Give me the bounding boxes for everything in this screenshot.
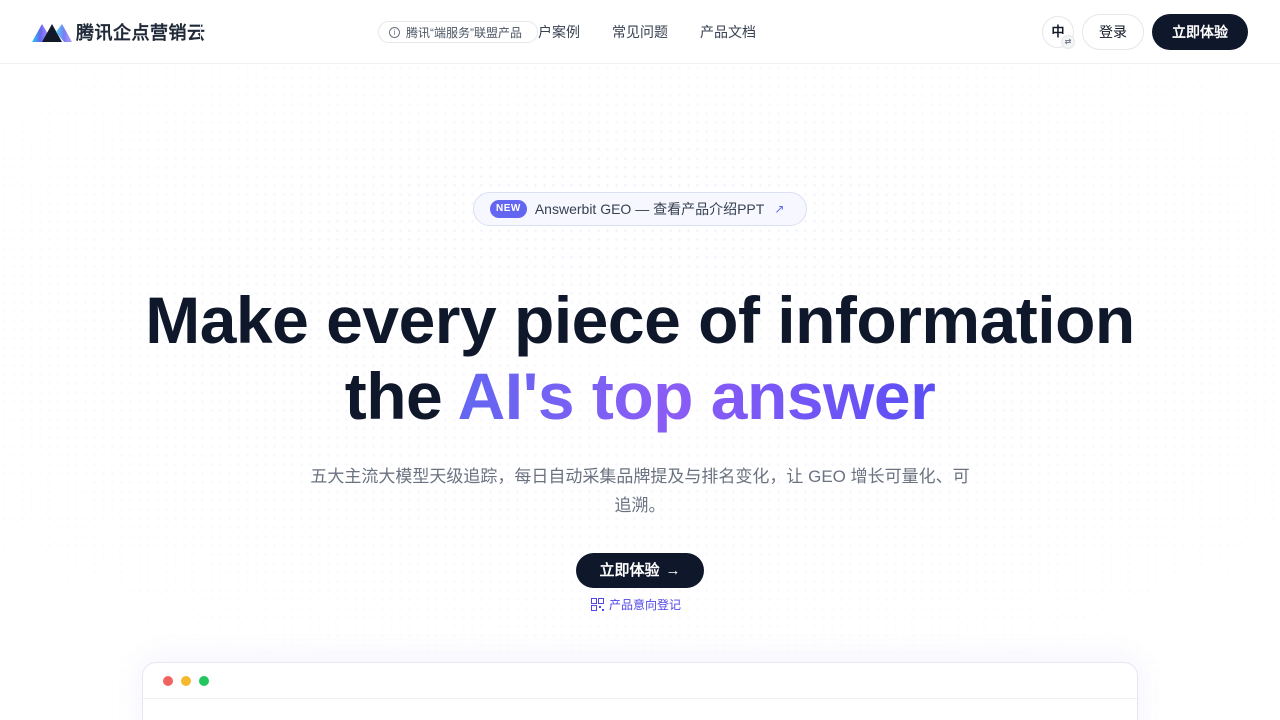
translate-icon: ⇄ [1061, 35, 1075, 49]
top-navbar: 腾讯企点营销云 i 腾讯“端服务”联盟产品 户案例 常见问题 产品文档 中 ⇄ … [0, 0, 1280, 64]
register-label: 产品意向登记 [609, 598, 682, 612]
hero-title-line1: Make every piece of information [145, 283, 1135, 357]
brand-logo-icon [32, 24, 72, 42]
nav-item-cases[interactable]: 户案例 [538, 22, 580, 42]
header-try-button[interactable]: 立即体验 [1152, 14, 1248, 50]
hero-subtitle: 五大主流大模型天级追踪，每日自动采集品牌提及与排名变化，让 GEO 增长可量化、… [310, 467, 970, 515]
hero-title-line2: the AI's top answer [0, 358, 1280, 434]
preview-titlebar [143, 663, 1137, 699]
info-icon: i [389, 26, 400, 38]
qr-code-icon [591, 598, 604, 611]
product-register-link[interactable]: 产品意向登记 [591, 596, 681, 613]
login-button[interactable]: 登录 [1082, 14, 1144, 50]
arrow-up-right-icon: ↗ [774, 202, 785, 216]
language-switch-button[interactable]: 中 ⇄ [1042, 16, 1075, 49]
window-minimize-dot [181, 675, 191, 686]
brand-name: 腾讯企点营销云 [76, 23, 206, 43]
arrow-right-icon: → [665, 562, 681, 579]
notice-text: 腾讯“端服务”联盟产品 [406, 25, 522, 40]
logo-divider [200, 24, 201, 40]
new-tag: NEW [490, 200, 527, 218]
announcement-badge[interactable]: NEW Answerbit GEO — 查看产品介绍PPT ↗ [473, 192, 807, 226]
hero-cta-button[interactable]: 立即体验 → [576, 553, 704, 588]
hero-title-highlight: AI's top answer [457, 359, 936, 433]
product-preview-window [142, 662, 1138, 720]
window-close-dot [163, 675, 173, 686]
hero-title-prefix: the [344, 359, 458, 433]
main-nav: 户案例 常见问题 产品文档 [538, 22, 756, 42]
badge-text: Answerbit GEO — 查看产品介绍PPT [534, 201, 765, 217]
hero-title: Make every piece of information the AI's… [0, 282, 1280, 434]
nav-item-faq[interactable]: 常见问题 [612, 22, 668, 42]
alliance-notice[interactable]: i 腾讯“端服务”联盟产品 [378, 21, 538, 43]
cta-label: 立即体验 [599, 562, 660, 579]
window-maximize-dot [199, 675, 209, 686]
nav-item-docs[interactable]: 产品文档 [700, 22, 756, 42]
brand-logo[interactable]: 腾讯企点营销云 [32, 18, 206, 46]
